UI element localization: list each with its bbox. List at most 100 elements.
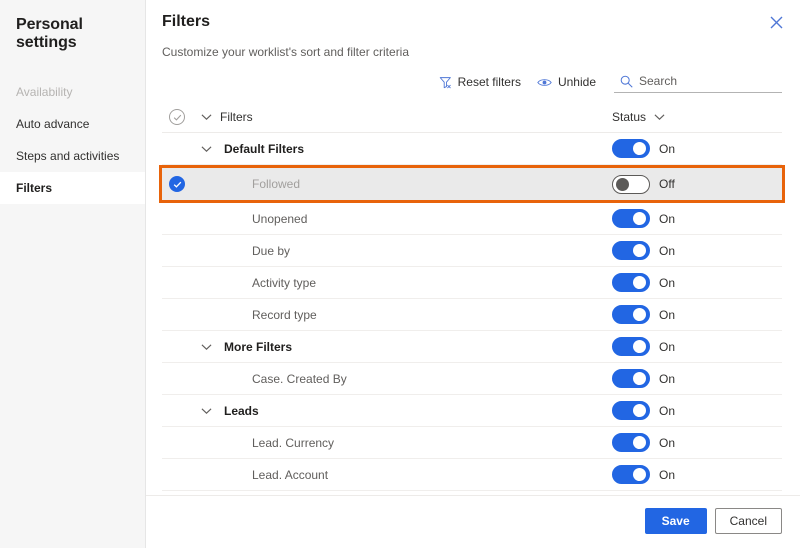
grid-header-row: Filters Status bbox=[162, 102, 782, 133]
table-row[interactable]: Lead. Account On bbox=[162, 459, 782, 491]
personal-settings-window: Personal settings Availability Auto adva… bbox=[0, 0, 800, 548]
row-name-cell: Lead. Currency bbox=[220, 436, 612, 450]
status-toggle[interactable] bbox=[612, 305, 650, 324]
panel-header: Filters bbox=[146, 0, 800, 32]
row-select-cell[interactable] bbox=[162, 176, 192, 192]
table-row[interactable]: Leads On bbox=[162, 395, 782, 427]
status-toggle-label: Off bbox=[659, 177, 675, 191]
reset-filters-label: Reset filters bbox=[457, 75, 521, 89]
sidebar-title: Personal settings bbox=[16, 16, 83, 51]
row-name-cell: Lead. Account bbox=[220, 468, 612, 482]
eye-icon bbox=[537, 76, 552, 89]
row-label: Case. Created By bbox=[252, 371, 347, 386]
status-toggle[interactable] bbox=[612, 369, 650, 388]
row-status-cell: On bbox=[612, 401, 782, 420]
row-label: Activity type bbox=[252, 275, 317, 290]
status-toggle[interactable] bbox=[612, 139, 650, 158]
status-toggle-label: On bbox=[659, 371, 676, 386]
table-row[interactable]: Followed Off bbox=[159, 165, 785, 203]
row-expand-cell[interactable] bbox=[192, 145, 220, 153]
expand-all-cell[interactable] bbox=[192, 113, 220, 121]
status-toggle-label: On bbox=[659, 211, 676, 226]
row-status-cell: On bbox=[612, 209, 782, 228]
status-toggle[interactable] bbox=[612, 174, 650, 194]
row-label: Due by bbox=[252, 243, 291, 258]
unhide-label: Unhide bbox=[557, 75, 596, 89]
panel-subtitle: Customize your worklist's sort and filte… bbox=[162, 45, 410, 59]
table-row[interactable]: Case. Created By On bbox=[162, 363, 782, 395]
row-status-cell: Off bbox=[612, 174, 782, 194]
chevron-down-icon[interactable] bbox=[201, 343, 212, 351]
table-row[interactable]: Activity type On bbox=[162, 267, 782, 299]
row-status-cell: On bbox=[612, 465, 782, 484]
chevron-down-icon[interactable] bbox=[201, 407, 212, 415]
column-header-filters[interactable]: Filters bbox=[220, 110, 612, 124]
sidebar-nav-list: Availability Auto advance Steps and acti… bbox=[0, 76, 145, 204]
table-row[interactable]: Record type On bbox=[162, 299, 782, 331]
status-toggle[interactable] bbox=[612, 465, 650, 484]
command-bar: Reset filters Unhide bbox=[146, 60, 800, 94]
status-toggle-label: On bbox=[659, 307, 676, 322]
status-toggle-label: On bbox=[659, 435, 676, 450]
row-name-cell: Unopened bbox=[220, 212, 612, 226]
close-icon[interactable] bbox=[762, 8, 790, 36]
row-status-cell: On bbox=[612, 337, 782, 356]
circle-check-outline-icon[interactable] bbox=[169, 109, 185, 125]
row-status-cell: On bbox=[612, 305, 782, 324]
row-name-cell: Record type bbox=[220, 308, 612, 322]
search-field[interactable] bbox=[614, 71, 782, 93]
table-row[interactable]: Lead. Currency On bbox=[162, 427, 782, 459]
row-label: Lead. Currency bbox=[252, 435, 335, 450]
unhide-button[interactable]: Unhide bbox=[529, 71, 604, 93]
row-label: Record type bbox=[252, 307, 317, 322]
status-toggle[interactable] bbox=[612, 209, 650, 228]
row-label: More Filters bbox=[224, 339, 293, 354]
sidebar-item-label: Filters bbox=[16, 181, 53, 195]
chevron-down-icon[interactable] bbox=[201, 145, 212, 153]
row-name-cell: Due by bbox=[220, 244, 612, 258]
row-label: Default Filters bbox=[224, 141, 305, 156]
chevron-down-icon[interactable] bbox=[201, 113, 212, 121]
sidebar-item-label: Availability bbox=[16, 85, 73, 99]
status-toggle[interactable] bbox=[612, 273, 650, 292]
status-toggle[interactable] bbox=[612, 433, 650, 452]
column-header-status-label: Status bbox=[612, 110, 647, 124]
row-expand-cell[interactable] bbox=[192, 407, 220, 415]
column-header-filters-label: Filters bbox=[220, 110, 253, 124]
status-toggle-label: On bbox=[659, 339, 676, 354]
search-input[interactable] bbox=[639, 74, 769, 88]
sidebar-item-label: Auto advance bbox=[16, 117, 90, 131]
status-toggle-label: On bbox=[659, 243, 676, 258]
row-label: Lead. Account bbox=[252, 467, 329, 482]
row-status-cell: On bbox=[612, 273, 782, 292]
column-header-status[interactable]: Status bbox=[612, 110, 782, 124]
status-toggle[interactable] bbox=[612, 337, 650, 356]
table-row[interactable]: Default Filters On bbox=[162, 133, 782, 165]
table-row[interactable]: More Filters On bbox=[162, 331, 782, 363]
row-expand-cell[interactable] bbox=[192, 343, 220, 351]
table-row[interactable]: Unopened On bbox=[162, 203, 782, 235]
sidebar-item-filters[interactable]: Filters bbox=[0, 172, 145, 204]
row-status-cell: On bbox=[612, 241, 782, 260]
status-toggle[interactable] bbox=[612, 401, 650, 420]
row-name-cell: Case. Created By bbox=[220, 372, 612, 386]
row-label: Followed bbox=[252, 177, 301, 191]
circle-check-filled-icon[interactable] bbox=[169, 176, 185, 192]
table-row[interactable]: Due by On bbox=[162, 235, 782, 267]
reset-filters-button[interactable]: Reset filters bbox=[431, 71, 529, 93]
cancel-button[interactable]: Cancel bbox=[714, 508, 782, 534]
search-icon bbox=[620, 75, 633, 88]
row-status-cell: On bbox=[612, 139, 782, 158]
sidebar-item-availability[interactable]: Availability bbox=[0, 76, 145, 108]
sidebar-item-auto-advance[interactable]: Auto advance bbox=[0, 108, 145, 140]
row-label: Leads bbox=[224, 403, 259, 418]
sidebar-item-steps-and-activities[interactable]: Steps and activities bbox=[0, 140, 145, 172]
chevron-down-icon[interactable] bbox=[654, 113, 665, 121]
row-name-cell: Leads bbox=[220, 404, 612, 418]
sidebar-item-label: Steps and activities bbox=[16, 149, 120, 163]
row-name-cell: Activity type bbox=[220, 276, 612, 290]
select-all-cell[interactable] bbox=[162, 109, 192, 125]
status-toggle-label: On bbox=[659, 403, 676, 418]
status-toggle[interactable] bbox=[612, 241, 650, 260]
save-button[interactable]: Save bbox=[644, 508, 707, 534]
